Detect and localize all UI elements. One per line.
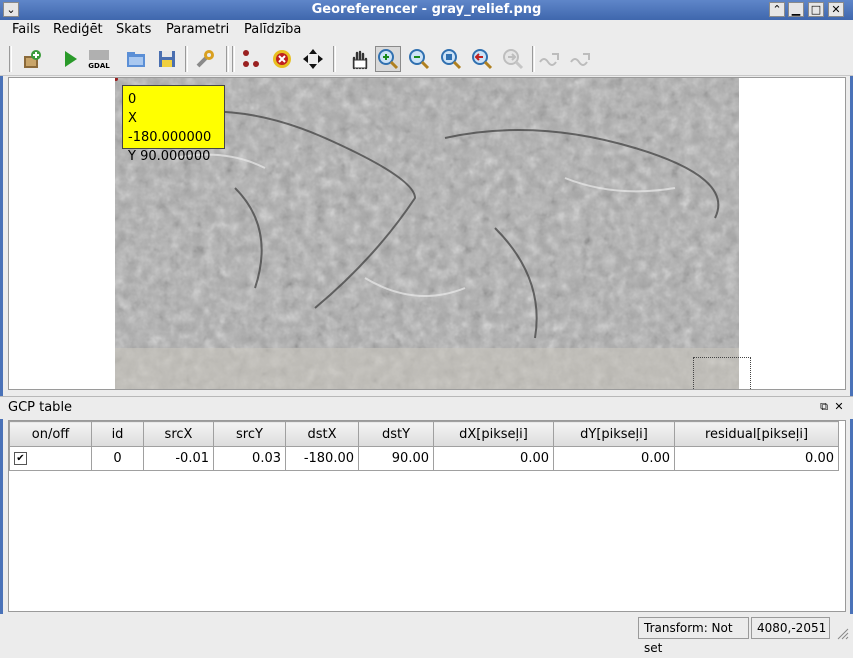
- float-panel-icon[interactable]: ⧉: [818, 401, 830, 413]
- window-border-left: [0, 20, 3, 645]
- menu-help[interactable]: Palīdzība: [241, 22, 304, 37]
- resize-grip-icon[interactable]: [835, 626, 849, 640]
- minimize-button[interactable]: ▁: [788, 2, 804, 17]
- link-qgis-to-georef-icon[interactable]: [568, 46, 594, 72]
- move-gcp-icon[interactable]: [300, 46, 326, 72]
- residual-cell[interactable]: 0.00: [674, 446, 839, 471]
- enabled-checkbox[interactable]: ✔: [14, 452, 27, 465]
- dstx-cell[interactable]: -180.00: [285, 446, 359, 471]
- gcp-tooltip-id: 0: [128, 92, 137, 107]
- maximize-button[interactable]: □: [808, 2, 824, 17]
- menu-settings[interactable]: Parametri: [163, 22, 232, 37]
- statusbar: Transform: Not set 4080,-2051: [0, 614, 853, 655]
- zoom-selection-rect: [693, 357, 751, 389]
- window-title: Georeferencer - gray_relief.png: [311, 2, 542, 17]
- zoom-in-icon[interactable]: [375, 46, 401, 72]
- menubar: Fails Rediģēt Skats Parametri Palīdzība: [0, 20, 853, 42]
- menu-edit[interactable]: Rediģēt: [50, 22, 106, 37]
- toolbar-handle[interactable]: [9, 46, 12, 72]
- srcy-cell[interactable]: 0.03: [213, 446, 286, 471]
- menu-file[interactable]: Fails: [9, 22, 43, 37]
- zoom-next-icon[interactable]: [500, 46, 526, 72]
- toolbar-separator: [333, 46, 336, 72]
- column-header-srcy[interactable]: srcY: [213, 421, 286, 447]
- column-header-dx[interactable]: dX[pikseļi]: [433, 421, 554, 447]
- enabled-cell[interactable]: ✔: [9, 446, 92, 471]
- zoom-last-icon[interactable]: [469, 46, 495, 72]
- toolbar-separator: [532, 46, 535, 72]
- table-header-row: on/off id srcX srcY dstX dstY dX[pikseļi…: [9, 421, 839, 447]
- save-gcp-icon[interactable]: [154, 46, 180, 72]
- transform-status: Transform: Not set: [638, 617, 749, 655]
- close-panel-icon[interactable]: ✕: [833, 401, 845, 413]
- toolbar-handle[interactable]: [232, 46, 235, 72]
- column-header-srcx[interactable]: srcX: [143, 421, 214, 447]
- link-georef-to-qgis-icon[interactable]: [537, 46, 563, 72]
- menu-view[interactable]: Skats: [113, 22, 154, 37]
- gcp-panel-title: GCP table: [8, 400, 73, 415]
- zoom-to-layer-icon[interactable]: [438, 46, 464, 72]
- column-header-dsty[interactable]: dstY: [358, 421, 434, 447]
- transformation-settings-icon[interactable]: [192, 46, 218, 72]
- delete-point-icon[interactable]: [269, 46, 295, 72]
- table-row[interactable]: ✔ 0 -0.01 0.03 -180.00 90.00 0.00 0.00 0…: [9, 446, 839, 471]
- dsty-cell[interactable]: 90.00: [358, 446, 434, 471]
- start-georeferencing-icon[interactable]: [57, 46, 83, 72]
- window-titlebar: ⌄ Georeferencer - gray_relief.png ⌃ ▁ □ …: [0, 0, 853, 21]
- zoom-out-icon[interactable]: [406, 46, 432, 72]
- column-header-onoff[interactable]: on/off: [9, 421, 92, 447]
- close-window-button[interactable]: ✕: [828, 2, 844, 17]
- coordinate-readout: 4080,-2051: [751, 617, 830, 639]
- id-cell[interactable]: 0: [91, 446, 144, 471]
- column-header-id[interactable]: id: [91, 421, 144, 447]
- gcp-tooltip-x: X -180.000000: [128, 111, 212, 145]
- gcp-tooltip-y: Y 90.000000: [128, 149, 211, 164]
- shade-button[interactable]: ⌃: [769, 2, 785, 17]
- column-header-dy[interactable]: dY[pikseļi]: [553, 421, 675, 447]
- add-point-icon[interactable]: [238, 46, 264, 72]
- toolbar-separator: [226, 46, 229, 72]
- gcp-table: on/off id srcX srcY dstX dstY dX[pikseļi…: [8, 420, 846, 612]
- srcx-cell[interactable]: -0.01: [143, 446, 214, 471]
- column-header-residual[interactable]: residual[pikseļi]: [674, 421, 839, 447]
- map-canvas[interactable]: 0 X -180.000000 Y 90.000000: [8, 77, 846, 390]
- dy-cell[interactable]: 0.00: [553, 446, 675, 471]
- generate-gdal-script-icon[interactable]: GDAL: [86, 46, 112, 72]
- gdal-label: GDAL: [88, 62, 110, 70]
- column-header-dstx[interactable]: dstX: [285, 421, 359, 447]
- open-raster-icon[interactable]: [19, 46, 45, 72]
- gcp-panel-titlebar: GCP table ⧉ ✕: [0, 396, 853, 419]
- toolbar-separator: [185, 46, 188, 72]
- gcp-tooltip: 0 X -180.000000 Y 90.000000: [122, 85, 225, 164]
- dx-cell[interactable]: 0.00: [433, 446, 554, 471]
- toolbar: GDAL: [0, 42, 853, 76]
- load-gcp-icon[interactable]: [123, 46, 149, 72]
- pan-icon[interactable]: [346, 46, 372, 72]
